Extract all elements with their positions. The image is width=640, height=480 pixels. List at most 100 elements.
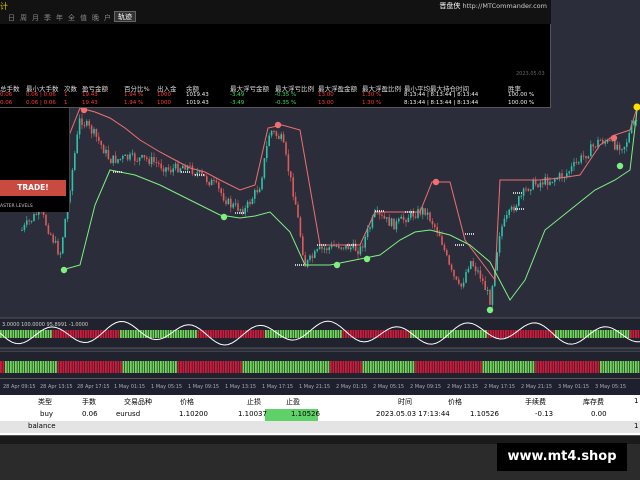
time-axis-label: 1 May 21:15 <box>299 384 331 390</box>
time-axis-label: 28 Apr 09:15 <box>3 384 36 390</box>
stats-value: 1000 <box>157 92 171 98</box>
histogram-bar <box>115 361 117 373</box>
candle-body <box>225 200 227 205</box>
time-axis-label: 1 May 05:15 <box>151 384 183 390</box>
oscillator-bar <box>322 330 325 338</box>
oscillator-bar <box>537 330 540 338</box>
candle-body <box>170 169 172 173</box>
oscillator-bar <box>25 330 27 338</box>
oscillator-bar <box>535 330 537 338</box>
period-menu-item[interactable]: 日 <box>8 14 20 22</box>
histogram-bar <box>77 361 80 373</box>
histogram-bar <box>285 361 287 373</box>
brand-url[interactable]: http://MTCommander.com <box>462 2 547 10</box>
candle-body <box>568 171 570 174</box>
oscillator-bar <box>52 330 55 338</box>
candle-body <box>26 220 28 225</box>
candle-body <box>239 209 242 211</box>
trade-banner[interactable]: TRADE! <box>0 180 66 196</box>
candle-body <box>501 226 503 237</box>
period-menu-item[interactable]: 晚 <box>92 14 104 22</box>
histogram-bar <box>515 361 517 373</box>
oscillator-bar <box>417 330 420 338</box>
balance-row[interactable]: balance 1 <box>0 421 640 433</box>
histogram-bar <box>412 361 415 373</box>
candle-body <box>102 145 105 154</box>
candle-body <box>426 212 429 215</box>
oscillator-bar <box>280 330 282 338</box>
candle-body <box>162 168 165 172</box>
histogram-bar <box>17 361 20 373</box>
histogram-bar <box>75 361 77 373</box>
candle-body <box>582 155 585 157</box>
histogram-bar <box>370 361 372 373</box>
period-menu-item[interactable]: 全 <box>68 14 80 22</box>
oscillator-bar <box>575 330 577 338</box>
histogram-bar <box>42 361 45 373</box>
oscillator-bar <box>15 330 17 338</box>
oscillator-bar <box>260 330 262 338</box>
period-menu-item[interactable]: 季 <box>44 14 56 22</box>
histogram-bar <box>447 361 450 373</box>
histogram-bar <box>607 361 610 373</box>
oscillator-bar <box>480 330 482 338</box>
candle-body <box>213 179 215 181</box>
candle-body <box>278 136 280 139</box>
candle-body <box>422 208 424 215</box>
oscillator-bar <box>335 330 337 338</box>
candle-body <box>155 161 158 163</box>
candle-body <box>50 233 52 235</box>
curve-button[interactable]: 轨迹 <box>114 11 136 22</box>
oscillator-bar <box>90 330 92 338</box>
histogram-bar <box>237 361 240 373</box>
oscillator-bar <box>157 330 160 338</box>
candle-body <box>510 206 513 210</box>
time-axis-label: 2 May 01:15 <box>336 384 368 390</box>
histogram-bar <box>562 361 565 373</box>
histogram-bar <box>537 361 540 373</box>
histogram-bar <box>385 361 387 373</box>
histogram-bar <box>497 361 500 373</box>
trend-switch-dot <box>616 162 624 170</box>
histogram-bar <box>120 361 122 373</box>
oscillator-bar <box>595 330 597 338</box>
histogram-bar <box>287 361 290 373</box>
period-menu[interactable]: 日周月季年全值晚户 <box>8 13 116 23</box>
histogram-bar <box>175 361 177 373</box>
candle-body <box>431 220 434 225</box>
candle-body <box>189 165 191 167</box>
equity-toolbar: 计 日周月季年全值晚户 轨迹 晋盘侠 http://MTCommander.co… <box>0 0 551 24</box>
table-row[interactable]: buy 0.06 eurusd 1.10200 1.10037 1.10526 2023.0… <box>0 409 640 421</box>
period-menu-item[interactable]: 周 <box>20 14 32 22</box>
oscillator-bar <box>105 330 107 338</box>
histogram-bar <box>72 361 75 373</box>
period-menu-item[interactable]: 月 <box>32 14 44 22</box>
candle-body <box>498 236 501 253</box>
time-axis-label: 3 May 01:15 <box>558 384 590 390</box>
candle-body <box>573 161 575 167</box>
histogram-bar <box>512 361 515 373</box>
oscillator-bar <box>267 330 270 338</box>
time-axis-label: 1 May 17:15 <box>262 384 294 390</box>
histogram-bar <box>222 361 225 373</box>
table-cell: eurusd <box>116 410 141 418</box>
histogram-bar <box>300 361 302 373</box>
histogram-bar <box>417 361 420 373</box>
histogram-bar <box>582 361 585 373</box>
candle-body <box>448 255 450 265</box>
histogram-bar <box>430 361 432 373</box>
candle-body <box>321 246 323 249</box>
candle-body <box>143 155 146 158</box>
stats-value: 0.06 | 0.06 <box>26 100 56 106</box>
oscillator-bar <box>432 330 435 338</box>
stats-value: 19.43 <box>82 92 98 98</box>
period-menu-item[interactable]: 年 <box>56 14 68 22</box>
histogram-bar <box>92 361 95 373</box>
histogram-bar <box>195 361 197 373</box>
histogram-bar <box>40 361 42 373</box>
candle-body <box>441 236 443 245</box>
histogram-bar <box>257 361 260 373</box>
candle-body <box>328 247 330 251</box>
period-menu-item[interactable]: 值 <box>80 14 92 22</box>
oscillator-bar <box>265 330 267 338</box>
